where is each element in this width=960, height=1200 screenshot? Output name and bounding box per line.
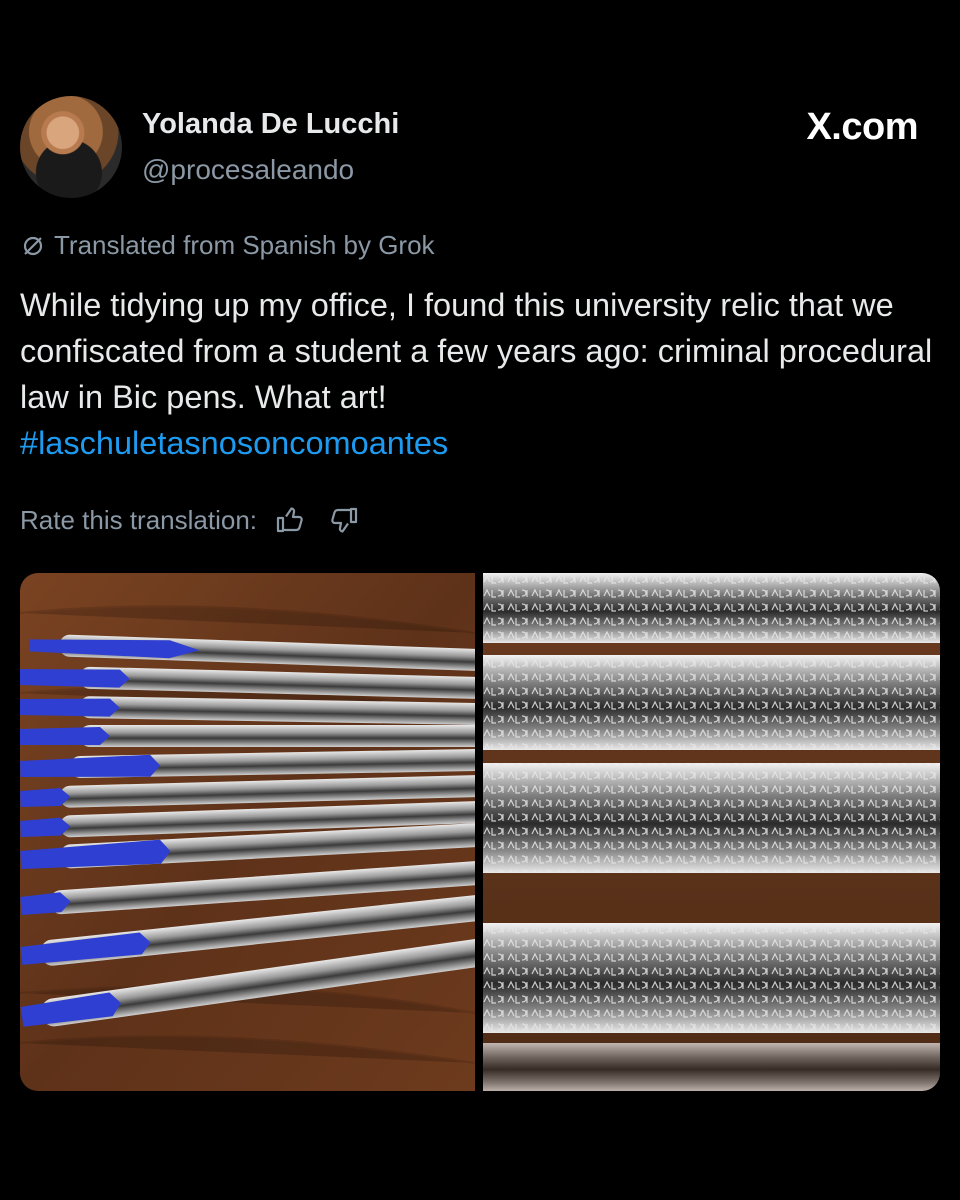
author-handle[interactable]: @procesaleando [142, 154, 354, 186]
hashtag-link[interactable]: #laschuletasnosoncomoantes [20, 420, 940, 466]
post-text: While tidying up my office, I found this… [20, 282, 940, 466]
translate-icon [23, 236, 43, 255]
photo-pens[interactable] [20, 573, 475, 1091]
brand-logo: X.com [806, 106, 918, 148]
photo-pens-closeup[interactable] [483, 573, 940, 1091]
author-name[interactable]: Yolanda De Lucchi [142, 108, 399, 141]
thumbs-down-icon[interactable] [329, 504, 361, 536]
translation-note-text: Translated from Spanish by Grok [54, 230, 435, 260]
translation-note: Translated from Spanish by Grok [20, 230, 435, 261]
rate-translation: Rate this translation: [20, 504, 361, 536]
avatar[interactable] [20, 96, 122, 198]
media-gallery [20, 573, 940, 1091]
rate-label: Rate this translation: [20, 504, 258, 535]
post-body: While tidying up my office, I found this… [20, 287, 933, 415]
thumbs-up-icon[interactable] [273, 504, 305, 536]
